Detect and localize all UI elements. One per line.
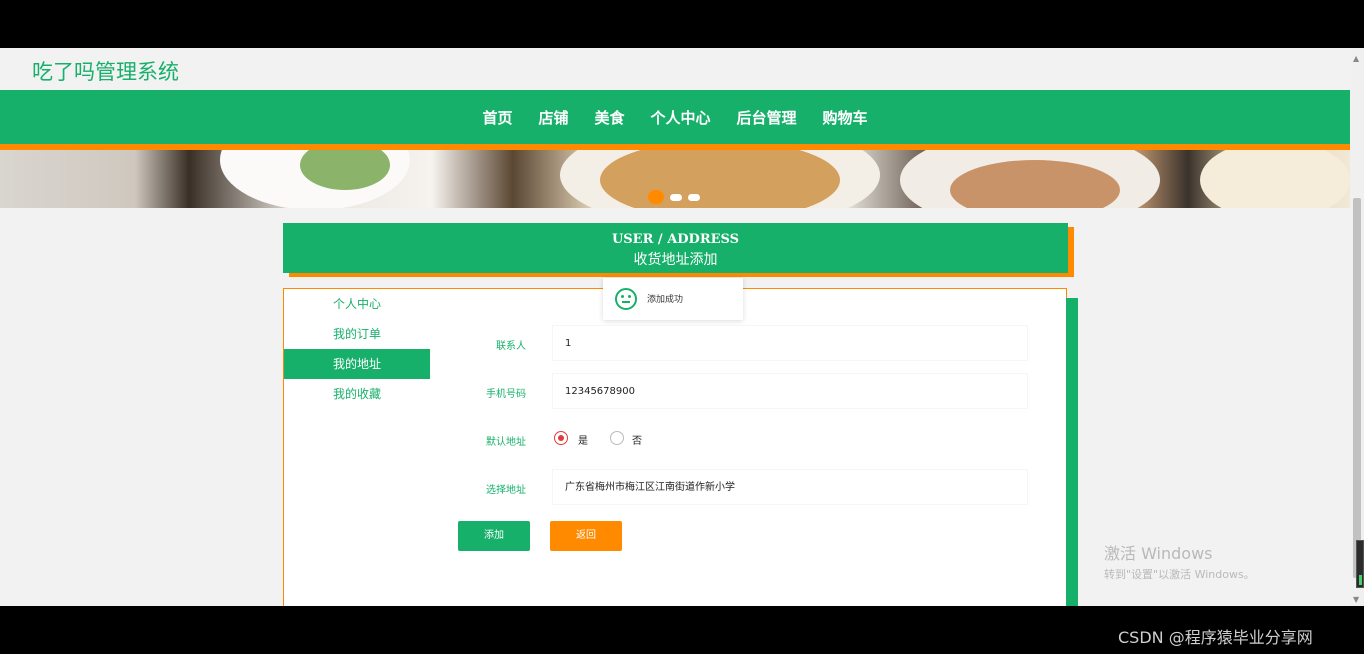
banner-carousel[interactable]	[0, 150, 1350, 208]
form-row-default: 默认地址 是 否	[430, 421, 1066, 461]
success-toast: 添加成功	[603, 278, 743, 320]
form-row-address: 选择地址 广东省梅州市梅江区江南街道作新小学	[430, 469, 1066, 509]
watermark-line2: 转到"设置"以激活 Windows。	[1104, 568, 1255, 581]
banner-plate	[600, 150, 840, 208]
contact-label: 联系人	[496, 341, 526, 352]
panel-accent-edge	[1066, 298, 1078, 606]
scroll-down-icon[interactable]: ▼	[1353, 595, 1359, 604]
nav-item-shops[interactable]: 店铺	[538, 107, 568, 128]
header-cn: 收货地址添加	[633, 252, 718, 268]
default-yes-label: 是	[578, 436, 588, 447]
form-row-phone: 手机号码 12345678900	[430, 373, 1066, 413]
page-scrollbar[interactable]: ▲ ▼	[1350, 48, 1364, 606]
main-nav: 首页 店铺 美食 个人中心 后台管理 购物车	[0, 90, 1350, 150]
add-button[interactable]: 添加	[458, 521, 530, 551]
sidebar-item-favorites[interactable]: 我的收藏	[284, 379, 430, 409]
form-row-contact: 联系人 1	[430, 325, 1066, 365]
sidebar-item-orders[interactable]: 我的订单	[284, 319, 430, 349]
windows-activation-watermark: 激活 Windows 转到"设置"以激活 Windows。	[1104, 540, 1255, 582]
address-label: 选择地址	[486, 485, 526, 496]
page: 吃了吗管理系统 首页 店铺 美食 个人中心 后台管理 购物车 USER / AD…	[0, 48, 1350, 606]
toast-text: 添加成功	[647, 295, 684, 305]
form-panel: 联系人 1 手机号码 12345678900 默认地址 是 否 选择地址 广东省…	[430, 288, 1067, 606]
sidebar-item-address[interactable]: 我的地址	[284, 349, 430, 379]
sidebar: 个人中心 我的订单 我的地址 我的收藏	[283, 288, 431, 606]
nav-item-admin[interactable]: 后台管理	[737, 107, 797, 128]
contact-input[interactable]: 1	[552, 325, 1028, 361]
scroll-thumb[interactable]	[1353, 198, 1361, 578]
nav-item-profile[interactable]: 个人中心	[651, 107, 711, 128]
nav-item-home[interactable]: 首页	[482, 107, 512, 128]
nav-item-cart[interactable]: 购物车	[823, 107, 868, 128]
carousel-dot[interactable]	[670, 194, 682, 201]
scroll-up-icon[interactable]: ▲	[1353, 54, 1359, 63]
phone-label: 手机号码	[486, 389, 526, 400]
default-no-radio[interactable]	[610, 431, 624, 445]
default-yes-radio[interactable]	[554, 431, 568, 445]
carousel-dot[interactable]	[688, 194, 700, 201]
default-label: 默认地址	[486, 437, 526, 448]
csdn-watermark: CSDN @程序猿毕业分享网	[1118, 628, 1313, 647]
sidebar-item-profile[interactable]: 个人中心	[284, 289, 430, 319]
nav-item-food[interactable]: 美食	[594, 107, 624, 128]
header-en: USER / ADDRESS	[611, 232, 740, 247]
watermark-line1: 激活 Windows	[1104, 544, 1213, 563]
side-widget[interactable]	[1356, 540, 1364, 588]
top-black-bar	[0, 0, 1364, 48]
banner-plate	[1200, 150, 1350, 208]
smile-icon	[615, 288, 637, 310]
section-header: USER / ADDRESS 收货地址添加	[283, 223, 1068, 273]
address-input[interactable]: 广东省梅州市梅江区江南街道作新小学	[552, 469, 1028, 505]
default-no-label: 否	[632, 436, 642, 447]
back-button[interactable]: 返回	[550, 521, 622, 551]
carousel-dot-active[interactable]	[648, 190, 664, 204]
site-title: 吃了吗管理系统	[32, 60, 179, 84]
phone-input[interactable]: 12345678900	[552, 373, 1028, 409]
